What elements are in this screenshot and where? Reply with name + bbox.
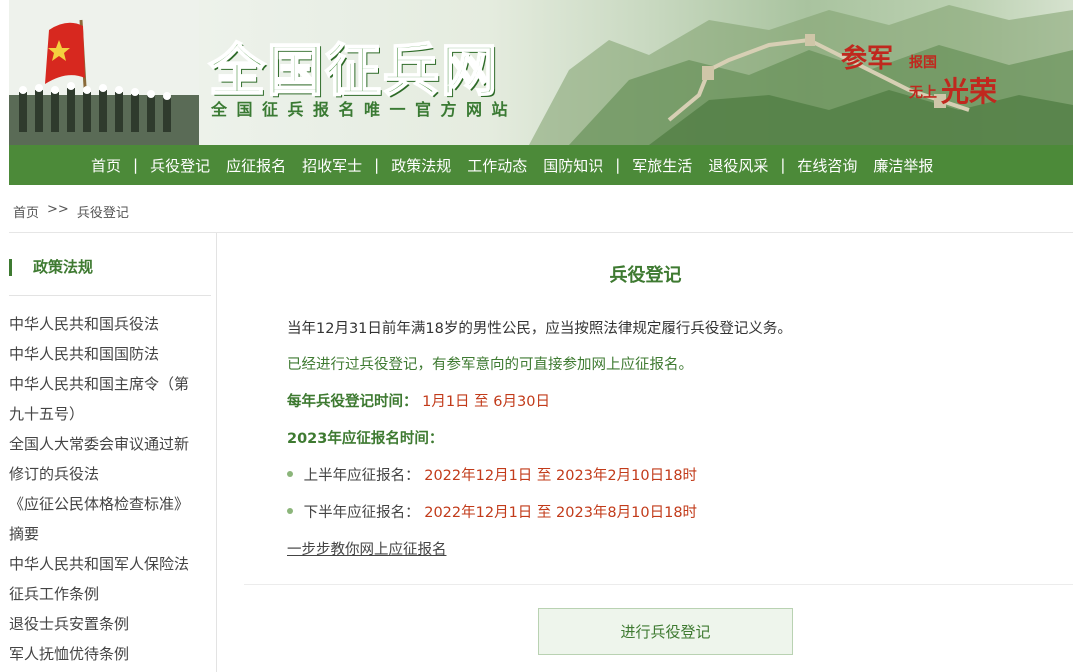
- nav-item-policies[interactable]: 政策法规: [383, 155, 459, 176]
- sidebar-divider: [9, 295, 211, 296]
- site-banner: 全国征兵网 全国征兵报名唯一官方网站 参军 报国 无上 光荣: [9, 0, 1073, 145]
- honor-guard-flag-image: [9, 0, 199, 145]
- site-tagline: 全国征兵报名唯一官方网站: [211, 100, 518, 119]
- second-half-label: 下半年应征报名：: [303, 505, 420, 521]
- breadcrumb: 首页 >> 兵役登记: [13, 202, 129, 221]
- sidebar-item-physical-exam-standard[interactable]: 《应征公民体格检查标准》: [9, 489, 209, 519]
- sidebar-item-military-service-law[interactable]: 中华人民共和国兵役法: [9, 309, 209, 339]
- nav-item-military-registration[interactable]: 兵役登记: [142, 155, 218, 176]
- nav-item-defense-knowledge[interactable]: 国防知识: [535, 155, 611, 176]
- content-divider: [244, 584, 1073, 585]
- sidebar-title: 政策法规: [9, 257, 93, 277]
- bullet-icon: [287, 471, 293, 477]
- nav-item-nco-recruitment[interactable]: 招收军士: [294, 155, 370, 176]
- registration-period: 每年兵役登记时间： 1月1日 至 6月30日: [287, 390, 550, 411]
- sidebar-item-npc-revised-law[interactable]: 全国人大常委会审议通过新: [9, 429, 209, 459]
- slogan-part3: 无上: [909, 85, 937, 101]
- application-period-label: 2023年应征报名时间：: [287, 431, 444, 447]
- application-guide-link[interactable]: 一步步教你网上应征报名: [287, 538, 447, 559]
- nav-item-home[interactable]: 首页: [83, 155, 129, 176]
- sidebar-item-pension-benefits[interactable]: 军人抚恤优待条例: [9, 639, 209, 669]
- sidebar-item-npc-revised-law[interactable]: 修订的兵役法: [9, 459, 209, 489]
- main-content: 兵役登记 当年12月31日前年满18岁的男性公民，应当按照法律规定履行兵役登记义…: [218, 233, 1073, 672]
- registration-period-label: 每年兵役登记时间：: [287, 394, 418, 410]
- sidebar-item-national-defense-law[interactable]: 中华人民共和国国防法: [9, 339, 209, 369]
- first-half-value: 2022年12月1日 至 2023年2月10日18时: [424, 468, 698, 484]
- nav-separator: |: [780, 156, 786, 174]
- nav-item-online-consult[interactable]: 在线咨询: [789, 155, 865, 176]
- sidebar-item-physical-exam-standard[interactable]: 摘要: [9, 519, 209, 549]
- nav-separator: |: [374, 156, 380, 174]
- nav-separator: |: [615, 156, 621, 174]
- breadcrumb-current: 兵役登记: [76, 206, 129, 221]
- registration-requirement-text: 当年12月31日前年满18岁的男性公民，应当按照法律规定履行兵役登记义务。: [287, 321, 792, 337]
- slogan-part1: 参军: [841, 44, 894, 74]
- sidebar-item-presidential-order[interactable]: 九十五号）: [9, 399, 209, 429]
- breadcrumb-separator: >>: [47, 202, 69, 217]
- registration-period-value: 1月1日 至 6月30日: [422, 394, 550, 410]
- first-half-application: 上半年应征报名： 2022年12月1日 至 2023年2月10日18时: [287, 464, 697, 485]
- register-button[interactable]: 进行兵役登记: [538, 608, 793, 655]
- slogan-graphic: 参军 报国 无上 光荣: [841, 38, 1011, 108]
- second-half-application: 下半年应征报名： 2022年12月1日 至 2023年8月10日18时: [287, 501, 697, 522]
- sidebar-list: 中华人民共和国兵役法 中华人民共和国国防法 中华人民共和国主席令（第 九十五号）…: [9, 309, 209, 669]
- sidebar-item-veteran-placement[interactable]: 退役士兵安置条例: [9, 609, 209, 639]
- main-nav: 首页 | 兵役登记 应征报名 招收军士 | 政策法规 工作动态 国防知识 | 军…: [9, 145, 1073, 185]
- page-title: 兵役登记: [609, 265, 682, 286]
- slogan-part2: 报国: [909, 55, 937, 71]
- breadcrumb-home-link[interactable]: 首页: [13, 202, 39, 221]
- nav-item-enlistment-application[interactable]: 应征报名: [218, 155, 294, 176]
- sidebar-item-presidential-order[interactable]: 中华人民共和国主席令（第: [9, 369, 209, 399]
- sidebar-item-conscription-regulations[interactable]: 征兵工作条例: [9, 579, 209, 609]
- registration-note-text: 已经进行过兵役登记，有参军意向的可直接参加网上应征报名。: [287, 357, 693, 373]
- nav-item-veterans[interactable]: 退役风采: [700, 155, 776, 176]
- second-half-value: 2022年12月1日 至 2023年8月10日18时: [424, 505, 698, 521]
- slogan-part4: 光荣: [941, 75, 998, 108]
- nav-item-military-life[interactable]: 军旅生活: [624, 155, 700, 176]
- nav-separator: |: [133, 156, 139, 174]
- bullet-icon: [287, 508, 293, 514]
- nav-item-work-news[interactable]: 工作动态: [459, 155, 535, 176]
- sidebar-item-military-insurance-law[interactable]: 中华人民共和国军人保险法: [9, 549, 209, 579]
- site-logo[interactable]: 全国征兵网: [208, 26, 499, 107]
- sidebar: 政策法规 中华人民共和国兵役法 中华人民共和国国防法 中华人民共和国主席令（第 …: [9, 233, 217, 672]
- first-half-label: 上半年应征报名：: [303, 468, 420, 484]
- nav-item-integrity-report[interactable]: 廉洁举报: [865, 155, 941, 176]
